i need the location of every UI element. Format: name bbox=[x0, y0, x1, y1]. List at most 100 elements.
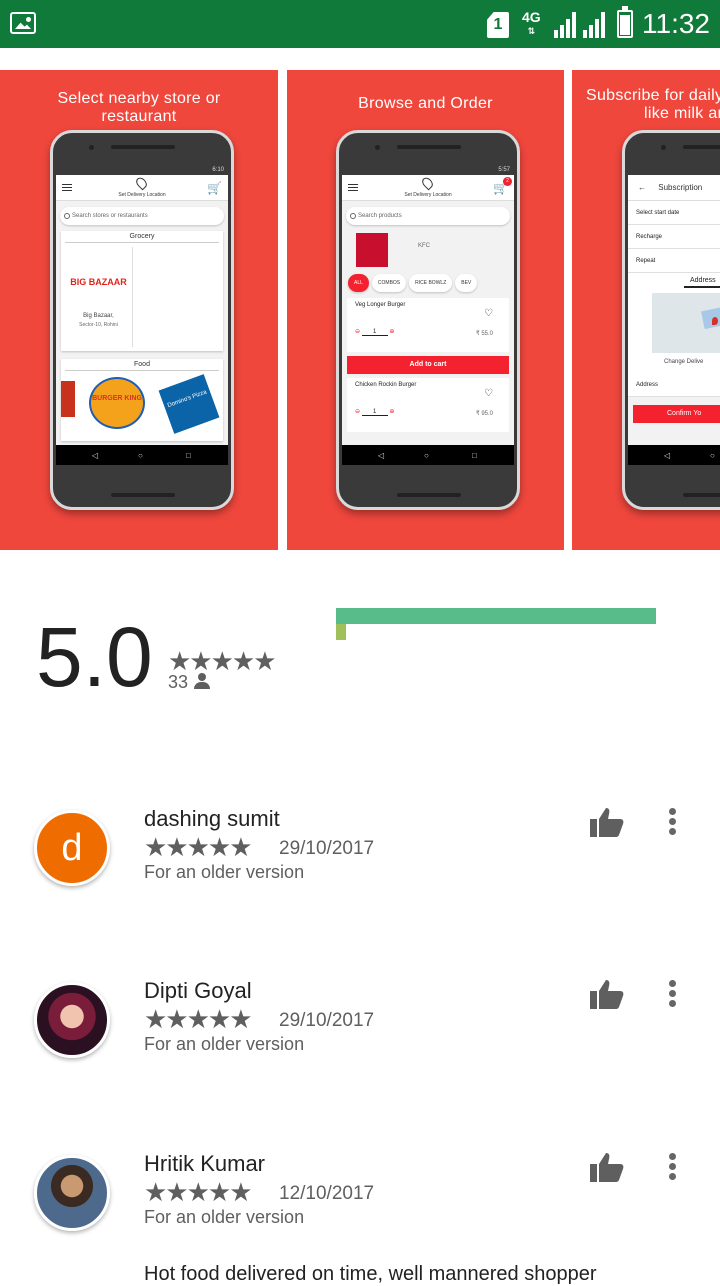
product-qty: 1 bbox=[361, 329, 388, 336]
sim-slot-icon: 1 bbox=[487, 12, 509, 38]
rating-count-value: 33 bbox=[168, 672, 189, 692]
review-date: 29/10/2017 bbox=[279, 1010, 375, 1031]
product-price: ₹ 55.0 bbox=[475, 331, 493, 337]
data-arrows-icon: ⇅ bbox=[527, 26, 536, 36]
five-star-bar bbox=[336, 608, 656, 624]
network-type-label: 4G bbox=[522, 9, 541, 25]
review-item[interactable]: d dashing sumit ★★★★★ 29/10/2017 For an … bbox=[0, 798, 720, 948]
image-notification-icon bbox=[10, 12, 36, 34]
reviewer-name: dashing sumit bbox=[144, 806, 280, 831]
reviewer-name: Hritik Kumar bbox=[144, 1151, 266, 1176]
phone-nav-bar: ◁ ○ bbox=[628, 445, 720, 465]
review-version: For an older version bbox=[144, 1034, 305, 1054]
delivery-location-label: Set Delivery Location bbox=[404, 192, 452, 198]
map-preview bbox=[652, 293, 720, 353]
add-to-cart-button: Add to cart bbox=[347, 356, 509, 374]
screenshot-gallery[interactable]: Select nearby store or restaurant 6:10 S… bbox=[0, 70, 720, 550]
screenshot-3[interactable]: Subscribe for daily like milk an ← Subsc… bbox=[572, 70, 720, 550]
home-nav-icon: ○ bbox=[138, 451, 143, 460]
product-name: Veg Longer Burger bbox=[355, 302, 406, 308]
more-options-icon[interactable] bbox=[666, 806, 678, 838]
quantity-stepper: ⊖ 1 ⊕ bbox=[355, 409, 395, 416]
delivery-location-label: Set Delivery Location bbox=[118, 192, 166, 198]
recents-nav-icon: □ bbox=[472, 451, 477, 460]
brand-name: KFC bbox=[418, 243, 430, 249]
screenshot-caption: Select nearby store or restaurant bbox=[0, 90, 278, 126]
section-title: Food bbox=[65, 359, 219, 371]
food-logo-partial bbox=[61, 381, 75, 417]
phone-screen: 5:57 Set Delivery Location 🛒 2 Search pr… bbox=[342, 165, 514, 465]
cart-icon: 🛒 bbox=[207, 181, 222, 195]
product-price: ₹ 95.0 bbox=[475, 411, 493, 417]
average-rating: 5.0 bbox=[36, 610, 153, 704]
thumbs-up-icon[interactable] bbox=[588, 1151, 626, 1183]
start-date-row: Select start date bbox=[628, 201, 720, 225]
phone-nav-bar: ◁ ○ □ bbox=[342, 445, 514, 465]
back-nav-icon: ◁ bbox=[664, 451, 671, 460]
phone-status-bar bbox=[628, 165, 720, 175]
screenshot-caption: Subscribe for daily like milk an bbox=[572, 87, 720, 123]
caption-line: Subscribe for daily bbox=[586, 87, 720, 104]
review-item[interactable]: Dipti Goyal ★★★★★ 29/10/2017 For an olde… bbox=[0, 970, 720, 1120]
address-tab: Address bbox=[684, 277, 720, 288]
kfc-logo bbox=[356, 233, 388, 267]
more-options-icon[interactable] bbox=[666, 1151, 678, 1183]
more-options-icon[interactable] bbox=[666, 978, 678, 1010]
favorite-icon: ♡ bbox=[484, 388, 493, 399]
chip-combos: COMBOS bbox=[371, 274, 407, 292]
product-item: Chicken Rockin Burger ♡ ⊖ 1 ⊕ ₹ 95.0 bbox=[347, 378, 509, 432]
screenshot-caption: Browse and Order bbox=[358, 95, 493, 112]
store-area: Sector-10, Rohini bbox=[79, 322, 118, 328]
five-star-bar-fill bbox=[336, 608, 656, 624]
clock: 11:32 bbox=[642, 8, 710, 39]
back-nav-icon: ◁ bbox=[378, 451, 385, 460]
cart-badge: 2 bbox=[503, 177, 512, 186]
signal-icon-2 bbox=[583, 12, 611, 38]
review-stars: ★★★★★ bbox=[144, 832, 253, 862]
caption-line: Select nearby store or bbox=[57, 90, 221, 107]
store-tile: BIG BAZAAR Big Bazaar, Sector-10, Rohini bbox=[65, 247, 133, 347]
chip-all: ALL bbox=[348, 274, 369, 292]
phone-screen: 6:10 Set Delivery Location 🛒 Search stor… bbox=[56, 165, 228, 465]
map-pin-icon bbox=[712, 317, 718, 325]
screenshot-2[interactable]: Browse and Order 5:57 Set Delivery Locat… bbox=[287, 70, 564, 550]
review-version: For an older version bbox=[144, 862, 305, 882]
grocery-card: Grocery BIG BAZAAR Big Bazaar, Sector-10… bbox=[61, 231, 223, 351]
battery-icon bbox=[617, 6, 633, 38]
menu-icon bbox=[348, 184, 358, 191]
phone-mockup: 5:57 Set Delivery Location 🛒 2 Search pr… bbox=[336, 130, 520, 510]
caption-line: like milk an bbox=[644, 105, 720, 122]
review-date: 12/10/2017 bbox=[279, 1183, 375, 1204]
review-date: 29/10/2017 bbox=[279, 838, 375, 859]
address-row: Address bbox=[628, 373, 720, 397]
person-icon bbox=[194, 673, 211, 689]
screenshot-1[interactable]: Select nearby store or restaurant 6:10 S… bbox=[0, 70, 278, 550]
location-pin-icon bbox=[420, 175, 435, 191]
thumbs-up-icon[interactable] bbox=[588, 978, 626, 1010]
phone-screen: ← Subscription Select start date Recharg… bbox=[628, 165, 720, 465]
product-qty: 1 bbox=[361, 409, 388, 416]
quantity-stepper: ⊖ 1 ⊕ bbox=[355, 329, 395, 336]
store-logo-text: BIG BAZAAR bbox=[70, 277, 127, 287]
phone-nav-bar: ◁ ○ □ bbox=[56, 445, 228, 465]
store-name: Big Bazaar, bbox=[83, 313, 114, 319]
change-delivery-link: Change Delive bbox=[664, 359, 704, 365]
favorite-icon: ♡ bbox=[484, 308, 493, 319]
burger-king-logo: BURGER KING bbox=[89, 377, 145, 429]
status-bar: 1 4G ⇅ 11:32 bbox=[0, 0, 720, 48]
phone-mockup: ← Subscription Select start date Recharg… bbox=[622, 130, 720, 510]
back-arrow-icon: ← bbox=[638, 183, 646, 192]
chip-rice-bowlz: RICE BOWLZ bbox=[409, 274, 453, 292]
reviewer-name: Dipti Goyal bbox=[144, 978, 252, 1003]
avatar bbox=[34, 982, 110, 1058]
four-star-bar bbox=[336, 624, 346, 640]
avatar bbox=[34, 1155, 110, 1231]
recharge-row: Recharge bbox=[628, 225, 720, 249]
product-name: Chicken Rockin Burger bbox=[355, 382, 417, 388]
review-item[interactable]: Hritik Kumar ★★★★★ 12/10/2017 For an old… bbox=[0, 1143, 720, 1285]
review-stars: ★★★★★ bbox=[144, 1177, 253, 1207]
thumbs-up-icon[interactable] bbox=[588, 806, 626, 838]
repeat-row: Repeat bbox=[628, 249, 720, 273]
phone-toolbar: Set Delivery Location 🛒 bbox=[56, 175, 228, 201]
phone-toolbar: Set Delivery Location 🛒 2 bbox=[342, 175, 514, 201]
